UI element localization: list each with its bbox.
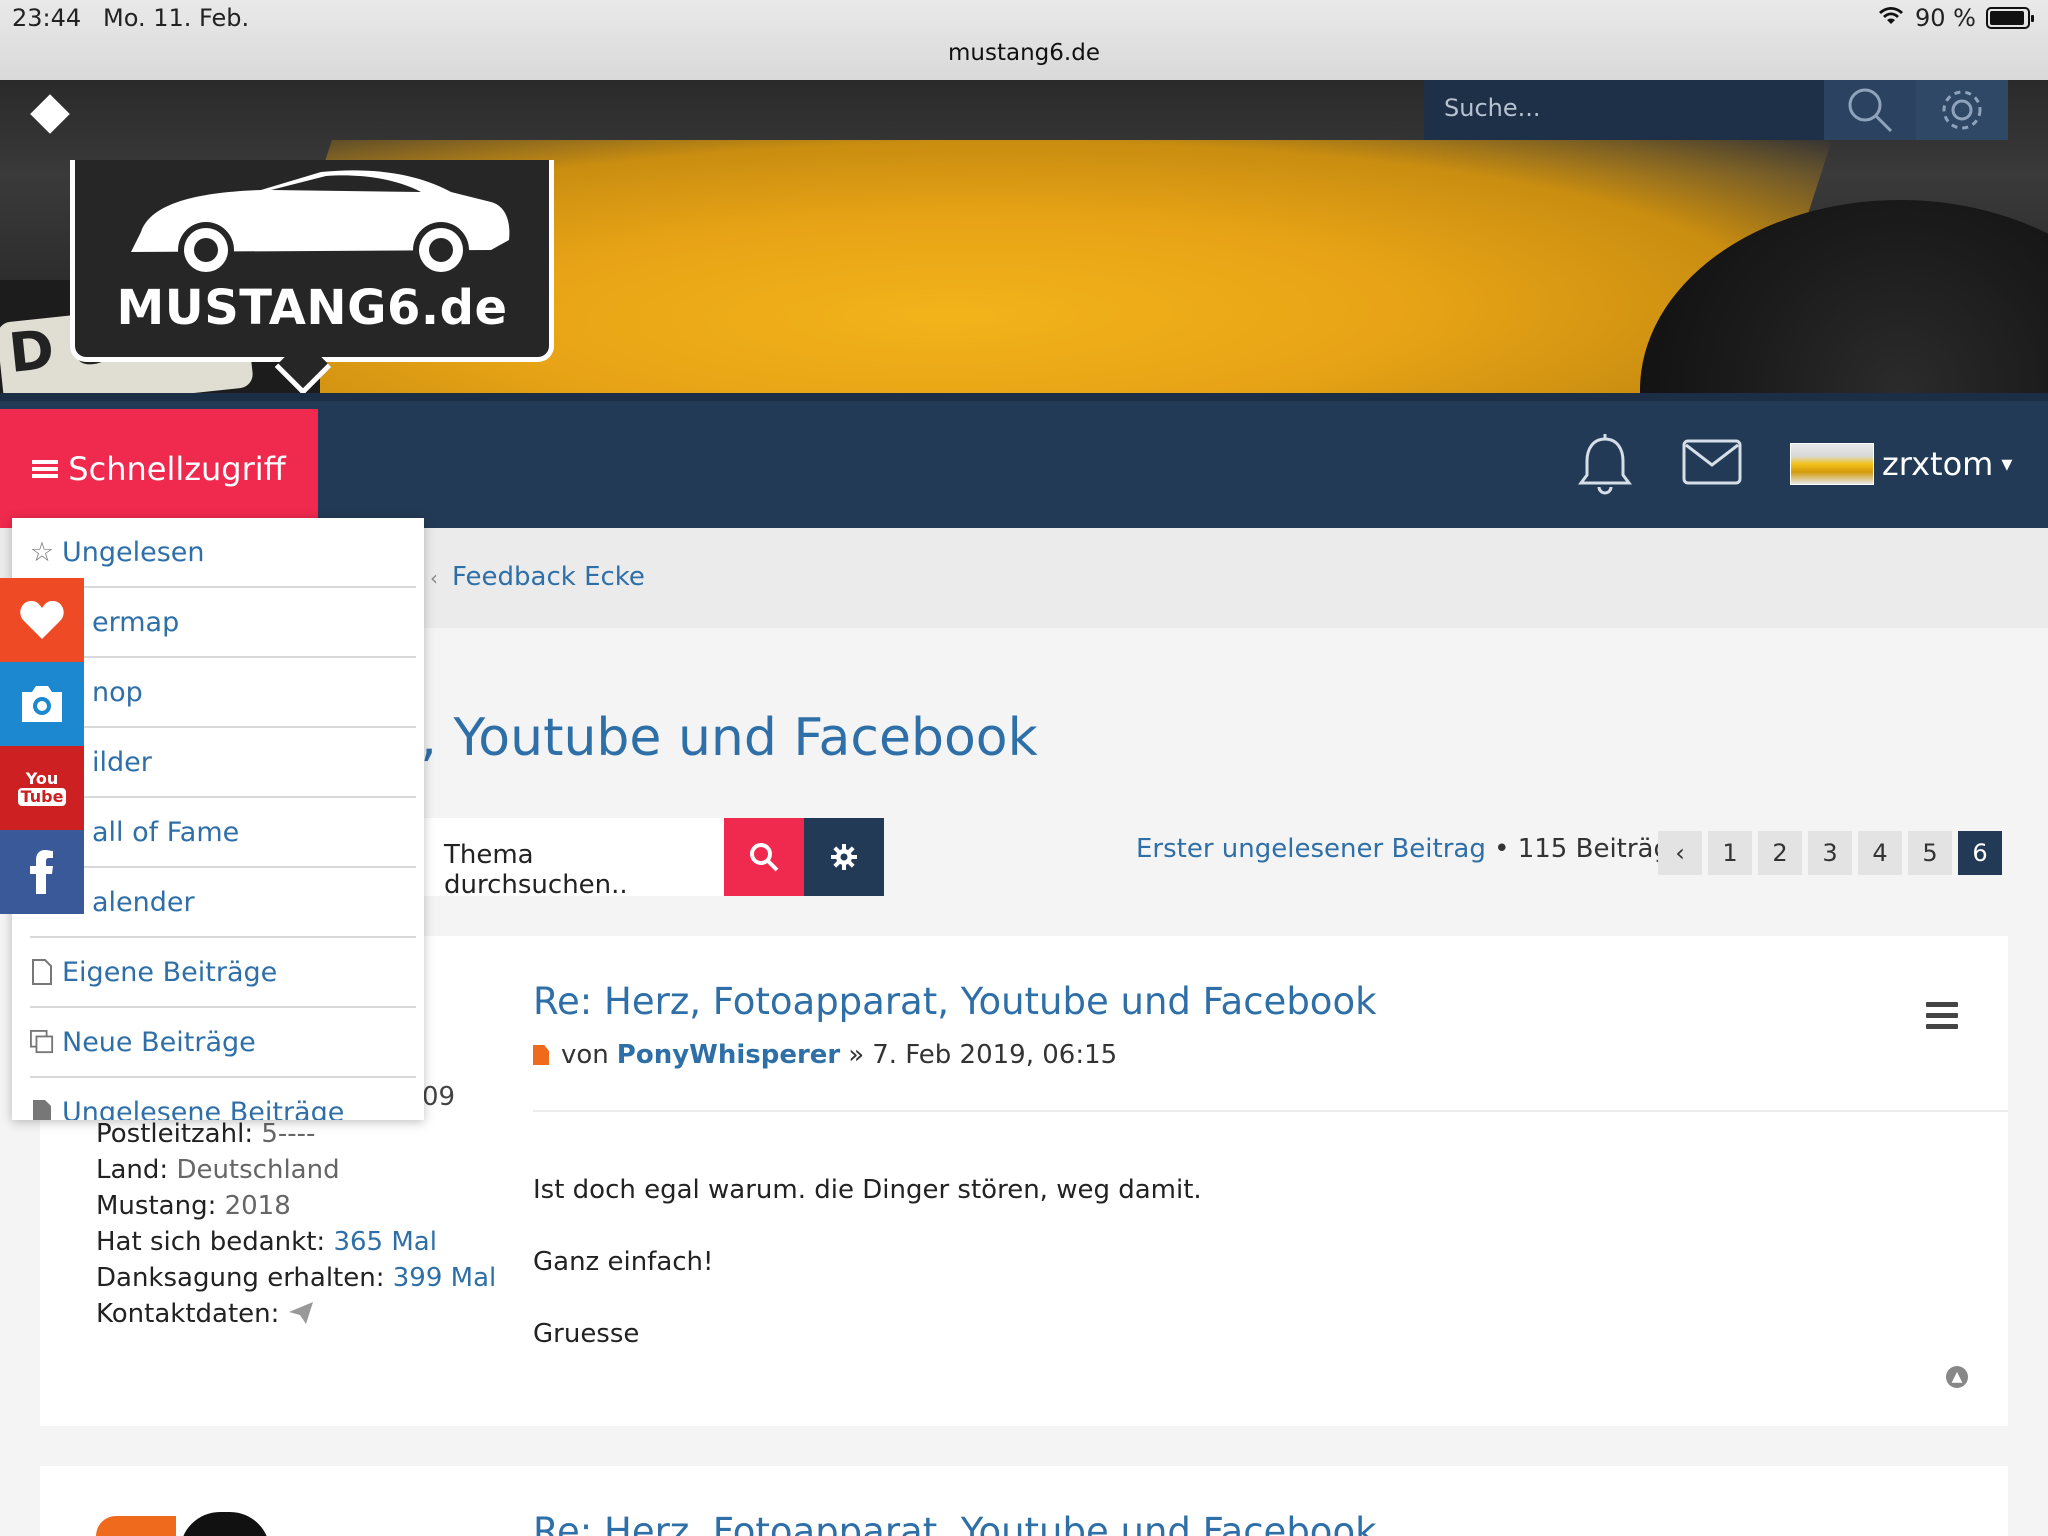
page-button[interactable]: 5	[1908, 831, 1952, 875]
post-meta: von PonyWhisperer » 7. Feb 2019, 06:15	[533, 1040, 1117, 1070]
quick-access-label: Schnellzugriff	[68, 450, 286, 488]
search-input[interactable]: Suche...	[1444, 94, 1541, 122]
dropdown-item-kalender[interactable]: alender	[30, 868, 416, 938]
youtube-icon: You Tube	[17, 770, 67, 806]
page-button[interactable]: 4	[1858, 831, 1902, 875]
topic-search-button[interactable]	[724, 818, 804, 896]
breadcrumb-item[interactable]: Feedback Ecke	[452, 562, 645, 592]
page-button[interactable]: 1	[1708, 831, 1752, 875]
post-author[interactable]: PonyWhisperer	[617, 1040, 840, 1070]
thanks-given-link[interactable]: 365 Mal	[333, 1227, 436, 1257]
pagination-info: Erster ungelesener Beitrag • 115 Beiträg…	[1136, 834, 1686, 864]
page-button[interactable]: 2	[1758, 831, 1802, 875]
pagination: ‹ 1 2 3 4 5 6	[1658, 831, 2002, 875]
first-unread-link[interactable]: Erster ungelesener Beitrag	[1136, 834, 1486, 864]
quick-access-button[interactable]: Schnellzugriff	[0, 409, 318, 529]
search-icon	[750, 843, 779, 872]
status-date: Mo. 11. Feb.	[103, 4, 250, 32]
dropdown-item-neue-beitraege[interactable]: Neue Beiträge	[30, 1008, 416, 1078]
bullet: •	[1494, 834, 1510, 864]
notifications-button[interactable]	[1576, 433, 1634, 499]
site-logo[interactable]: MUSTANG6.de	[70, 160, 554, 393]
profile-row: Land: Deutschland	[96, 1155, 340, 1185]
profile-row: Hat sich bedankt: 365 Mal	[96, 1227, 437, 1257]
logo-text: MUSTANG6.de	[116, 280, 508, 336]
search-icon	[1848, 88, 1893, 133]
dropdown-item-hall-of-fame[interactable]: all of Fame	[30, 798, 416, 868]
post-by: von	[561, 1040, 609, 1070]
post-menu-icon[interactable]	[1926, 1002, 1958, 1035]
post-date-separator: »	[848, 1040, 865, 1070]
scroll-top-icon[interactable]: ▲	[1946, 1366, 1968, 1388]
main-navbar: Schnellzugriff zrxtom ▾	[0, 393, 2048, 529]
post-date: 7. Feb 2019, 06:15	[872, 1040, 1118, 1070]
author-profile: Postleitzahl: 5---- Land: Deutschland Mu…	[96, 1116, 496, 1332]
status-time: 23:44	[12, 4, 82, 32]
status-right: 90 %	[1877, 4, 2034, 32]
copy-icon	[30, 1030, 54, 1054]
wifi-icon	[1877, 4, 1905, 32]
caret-down-icon: ▾	[2001, 451, 2013, 477]
profile-row: Danksagung erhalten: 399 Mal	[96, 1263, 497, 1293]
divider	[533, 1110, 2008, 1112]
post-line: Ist doch egal warum. die Dinger stören, …	[533, 1175, 1202, 1205]
search-button[interactable]	[1824, 80, 1916, 140]
address-url[interactable]: mustang6.de	[0, 40, 2048, 66]
messages-button[interactable]	[1682, 439, 1742, 489]
post-line: Ganz einfach!	[533, 1247, 714, 1277]
profile-row: Kontaktdaten:	[96, 1296, 496, 1332]
battery-percent: 90 %	[1915, 4, 1976, 32]
document-icon	[30, 959, 54, 985]
topic-search-options-button[interactable]	[804, 818, 884, 896]
dropdown-item-bilder[interactable]: ilder	[30, 728, 416, 798]
topic-search-input[interactable]: Thema durchsuchen..	[424, 818, 724, 900]
page-button[interactable]: 3	[1808, 831, 1852, 875]
envelope-icon	[1682, 439, 1742, 485]
post-document-icon[interactable]	[533, 1045, 549, 1065]
battery-icon	[1986, 7, 2034, 29]
dropdown-item-ungelesene-beitraege[interactable]: Ungelesene Beiträge	[30, 1078, 416, 1120]
gear-icon	[831, 844, 857, 870]
site-search[interactable]: Suche...	[1424, 80, 2008, 140]
gear-icon	[1942, 90, 1982, 130]
facebook-icon	[30, 850, 53, 894]
dropdown-item-usermap[interactable]: ermap	[30, 588, 416, 658]
ios-status-bar: 23:44 Mo. 11. Feb. 90 % mustang6.de	[0, 0, 2048, 80]
page-button-active[interactable]: 6	[1958, 831, 2002, 875]
profile-row: Mustang: 2018	[96, 1191, 291, 1221]
username: zrxtom	[1882, 445, 1994, 483]
profile-row: Postleitzahl: 5----	[96, 1119, 316, 1149]
avatar	[1790, 443, 1874, 485]
post-title[interactable]: Re: Herz, Fotoapparat, Youtube und Faceb…	[533, 980, 1377, 1023]
profile-partial-number: 09	[422, 1082, 456, 1112]
thanks-received-link[interactable]: 399 Mal	[393, 1263, 496, 1293]
dropdown-item-ungelesen[interactable]: ☆ Ungelesen	[30, 518, 416, 588]
send-icon[interactable]	[288, 1301, 314, 1325]
header-banner: D 8 MUSTANG6.de Suche...	[0, 80, 2048, 393]
heart-icon	[20, 600, 64, 639]
post-body: Ist doch egal warum. die Dinger stören, …	[533, 1154, 1202, 1370]
avatar	[96, 1516, 176, 1536]
breadcrumb-separator: ‹	[430, 566, 438, 590]
social-facebook-button[interactable]	[0, 830, 84, 914]
post-line: Gruesse	[533, 1319, 640, 1349]
social-youtube-button[interactable]: You Tube	[0, 746, 84, 830]
advanced-search-button[interactable]	[1916, 80, 2008, 140]
dropdown-item-shop[interactable]: nop	[30, 658, 416, 728]
star-icon: ☆	[29, 536, 55, 568]
document-filled-icon	[30, 1100, 54, 1120]
post-title[interactable]: Re: Herz, Fotoapparat, Youtube und Faceb…	[533, 1510, 1377, 1536]
page-prev-button[interactable]: ‹	[1658, 831, 1702, 875]
bell-icon	[1578, 434, 1632, 495]
user-menu[interactable]: zrxtom ▾	[1790, 443, 2012, 485]
page-title[interactable]: t, Youtube und Facebook	[400, 708, 1038, 768]
social-camera-button[interactable]	[0, 662, 84, 746]
social-heart-button[interactable]	[0, 578, 84, 662]
post-card: Re: Herz, Fotoapparat, Youtube und Faceb…	[40, 1466, 2008, 1536]
hamburger-icon	[32, 460, 59, 478]
camera-icon	[22, 686, 62, 722]
dropdown-item-eigene-beitraege[interactable]: Eigene Beiträge	[30, 938, 416, 1008]
car-logo-icon	[131, 170, 510, 272]
